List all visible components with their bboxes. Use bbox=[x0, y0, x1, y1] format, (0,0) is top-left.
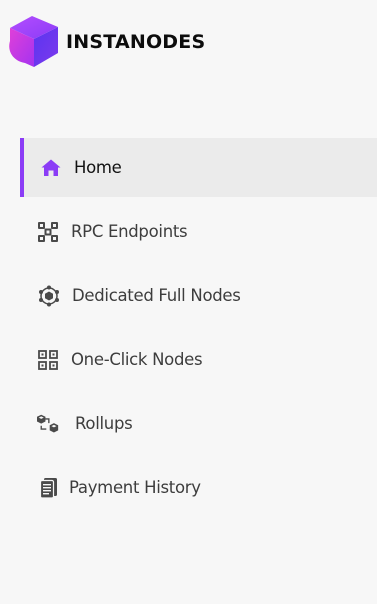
gradient-cube-logo-icon bbox=[9, 16, 58, 67]
nav-item-dedicated-full-nodes[interactable]: Dedicated Full Nodes bbox=[20, 266, 377, 325]
nav-label-home: Home bbox=[74, 158, 122, 177]
nav-label-dedicated-full-nodes: Dedicated Full Nodes bbox=[72, 286, 241, 305]
nav-item-payment-history[interactable]: Payment History bbox=[20, 458, 377, 517]
nav-label-payment-history: Payment History bbox=[69, 478, 201, 497]
nav-item-home[interactable]: Home bbox=[20, 138, 377, 197]
nav-item-rollups[interactable]: Rollups bbox=[20, 394, 377, 453]
brand-name: INSTANODES bbox=[66, 30, 206, 53]
main-nav: Home RPC Endpoints Dedicated Full Nodes … bbox=[20, 138, 377, 522]
node-cube-icon bbox=[38, 285, 60, 307]
home-icon bbox=[40, 157, 62, 179]
nav-label-one-click-nodes: One-Click Nodes bbox=[71, 350, 203, 369]
sidebar: INSTANODES Home RPC Endpoints Dedicated … bbox=[0, 0, 377, 604]
receipt-icon bbox=[38, 477, 60, 499]
nav-label-rpc-endpoints: RPC Endpoints bbox=[71, 222, 188, 241]
brand[interactable]: INSTANODES bbox=[7, 15, 205, 69]
nav-label-rollups: Rollups bbox=[75, 414, 133, 433]
rollups-cubes-icon bbox=[37, 413, 59, 435]
one-click-grid-icon bbox=[37, 349, 59, 371]
nav-item-one-click-nodes[interactable]: One-Click Nodes bbox=[20, 330, 377, 389]
rpc-network-icon bbox=[37, 221, 59, 243]
nav-item-rpc-endpoints[interactable]: RPC Endpoints bbox=[20, 202, 377, 261]
